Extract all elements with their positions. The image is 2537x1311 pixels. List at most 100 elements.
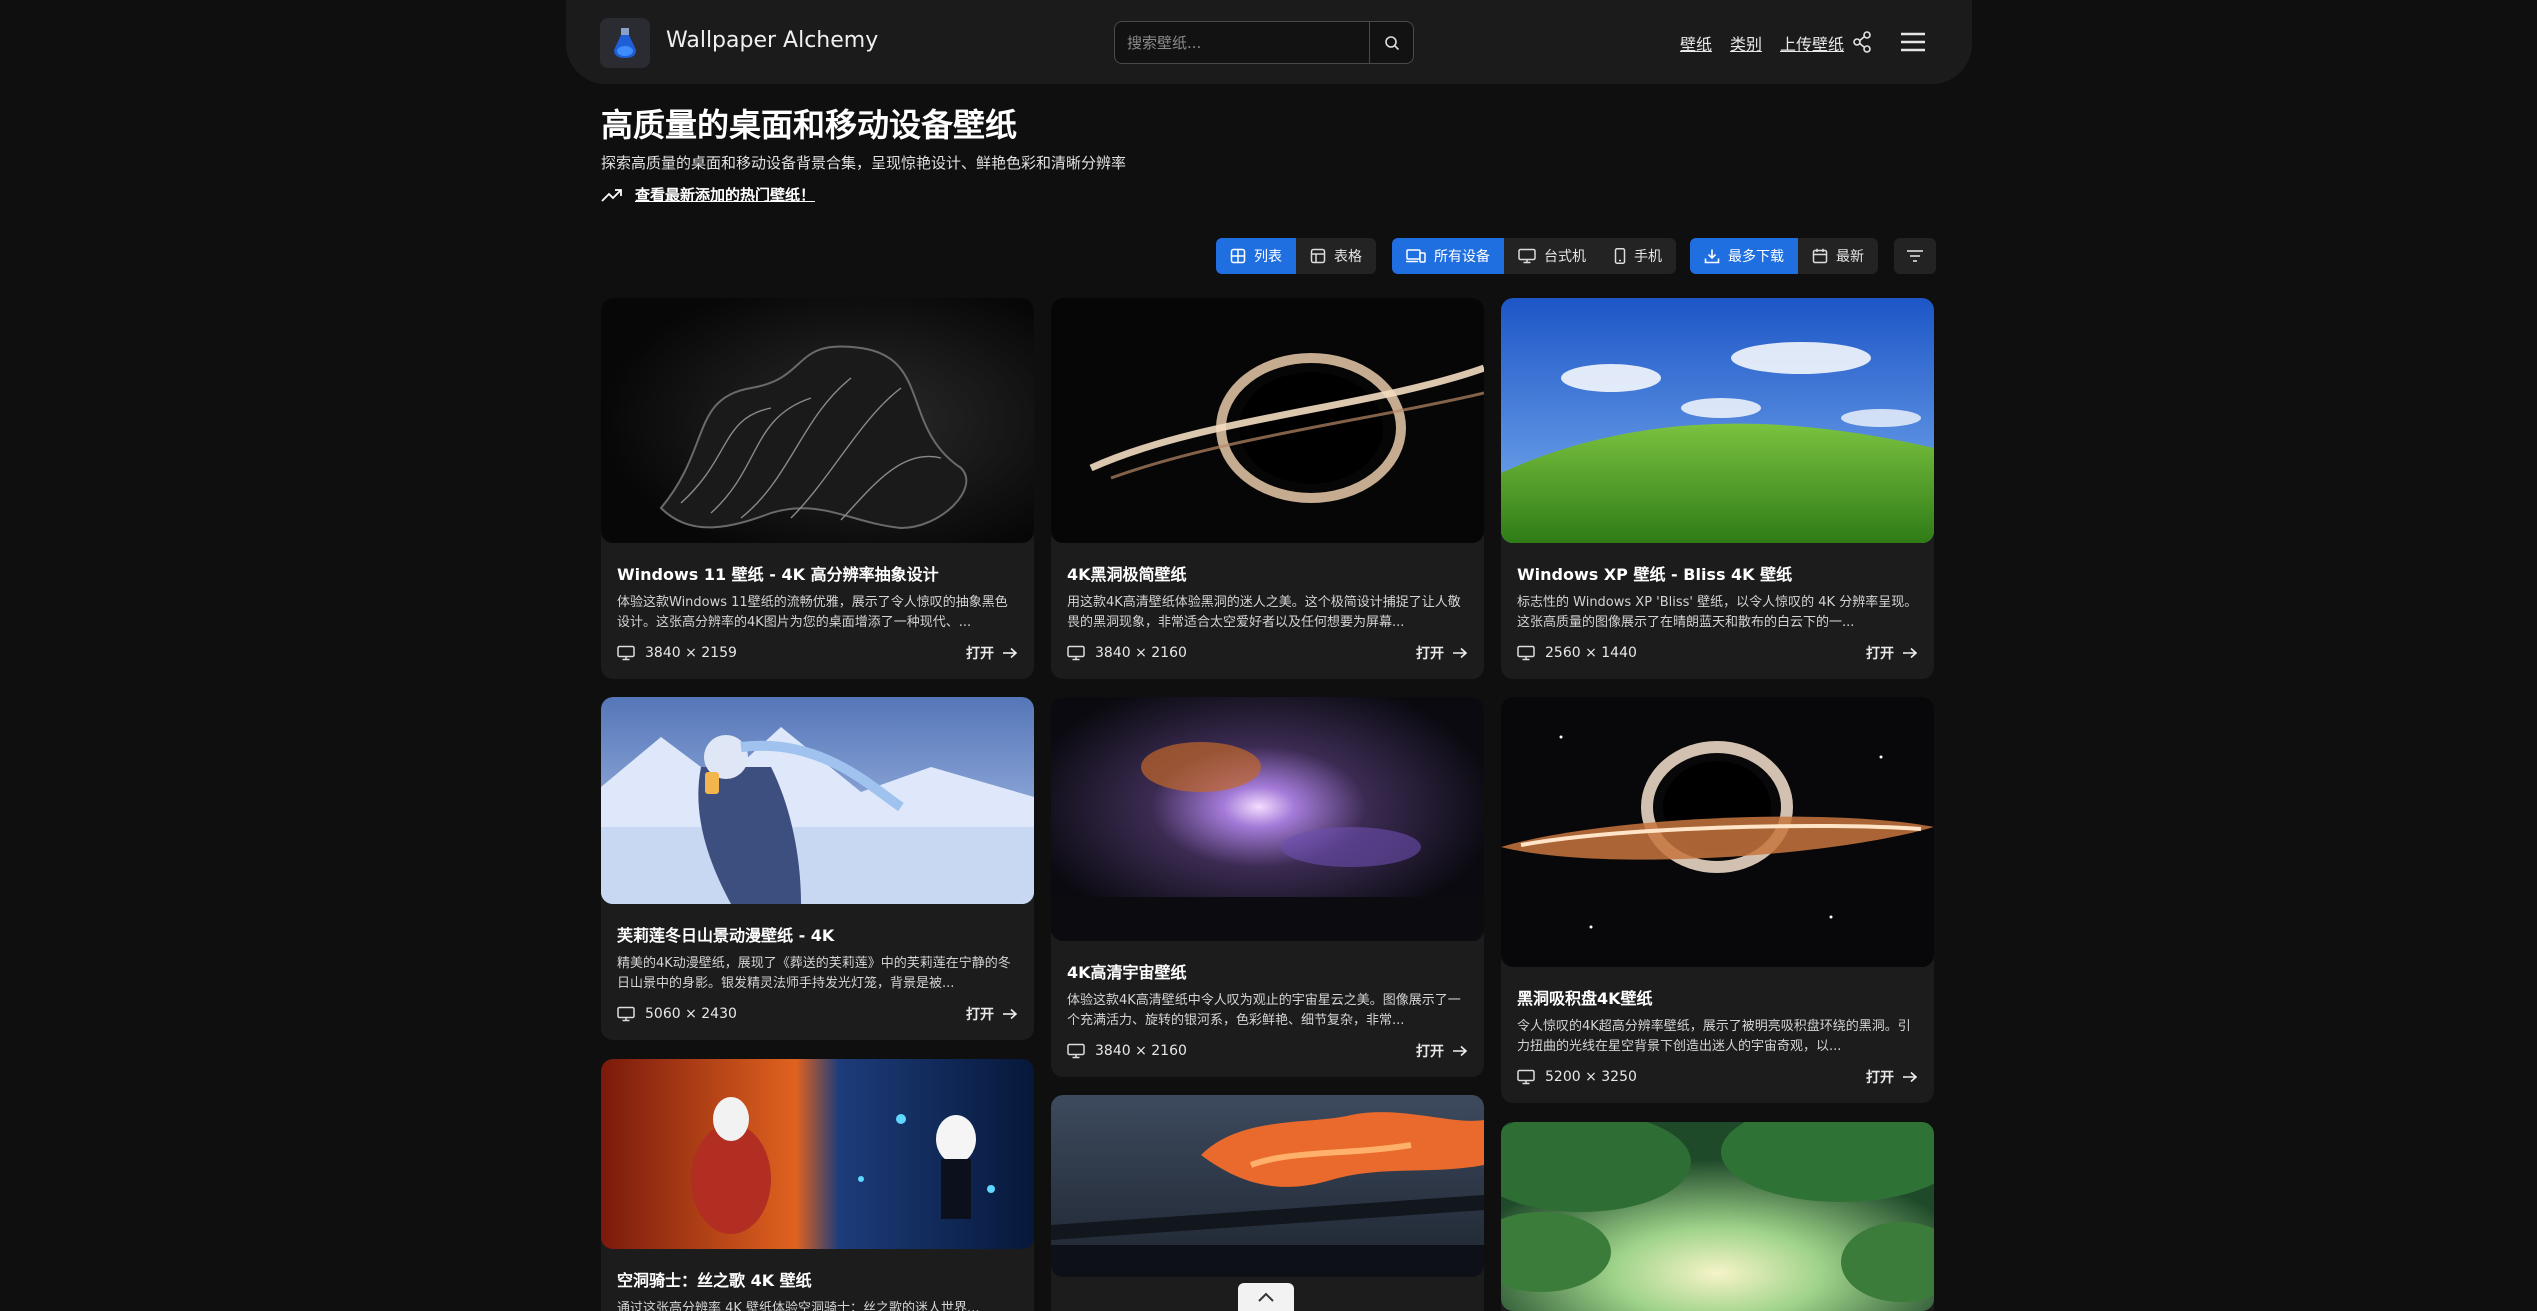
view-toggle: 列表 表格 — [1216, 238, 1376, 274]
sort-newest-label: 最新 — [1836, 249, 1864, 265]
wallpaper-thumbnail[interactable] — [1051, 697, 1484, 941]
view-table-label: 表格 — [1334, 249, 1362, 265]
open-label: 打开 — [1416, 1044, 1444, 1060]
card-open-button[interactable]: 打开 — [966, 643, 1018, 663]
search-box — [1114, 21, 1414, 64]
devices-icon — [1406, 249, 1426, 263]
card-title: Windows 11 壁纸 - 4K 高分辨率抽象设计 — [617, 565, 939, 584]
top-header: Wallpaper Alchemy 壁纸 类别 上传壁纸 — [566, 0, 1972, 84]
monitor-icon — [1518, 248, 1536, 264]
sort-toggle: 最多下载 最新 — [1690, 238, 1878, 274]
card-title: 空洞骑士：丝之歌 4K 壁纸 — [617, 1271, 812, 1290]
card-title: 芙莉莲冬日山景动漫壁纸 - 4K — [617, 926, 835, 945]
wallpaper-thumbnail[interactable] — [1051, 1095, 1484, 1277]
wallpaper-thumbnail[interactable] — [601, 697, 1034, 904]
card-description: 用这款4K高清壁纸体验黑洞的迷人之美。这个极简设计捕捉了让人敬畏的黑洞现象，非常… — [1067, 595, 1461, 630]
card-description: 通过这张高分辨率 4K 壁纸体验空洞骑士：丝之歌的迷人世界... — [617, 1301, 980, 1311]
wallpaper-card[interactable]: 黑洞吸积盘4K壁纸 令人惊叹的4K超高分辨率壁纸，展示了被明亮吸积盘环绕的黑洞。… — [1501, 697, 1934, 1103]
filter-icon — [1907, 250, 1923, 262]
wallpaper-card[interactable]: 4K黑洞极简壁纸 用这款4K高清壁纸体验黑洞的迷人之美。这个极简设计捕捉了让人敬… — [1051, 298, 1484, 679]
wallpaper-thumbnail[interactable] — [1501, 298, 1934, 543]
monitor-icon — [617, 645, 635, 661]
arrow-right-icon — [1003, 647, 1018, 659]
arrow-right-icon — [1453, 647, 1468, 659]
wallpaper-card[interactable] — [1051, 1095, 1484, 1311]
card-resolution: 3840 × 2160 — [1095, 645, 1187, 661]
view-list-button[interactable]: 列表 — [1216, 238, 1296, 274]
card-title: Windows XP 壁纸 - Bliss 4K 壁纸 — [1517, 565, 1793, 584]
trending-link[interactable]: 查看最新添加的热门壁纸！ — [601, 184, 815, 205]
wallpaper-thumbnail[interactable] — [1501, 1122, 1934, 1311]
view-list-label: 列表 — [1254, 249, 1282, 265]
sort-most-downloaded-button[interactable]: 最多下载 — [1690, 238, 1798, 274]
logo[interactable] — [600, 18, 650, 68]
card-description: 令人惊叹的4K超高分辨率壁纸，展示了被明亮吸积盘环绕的黑洞。引力扭曲的光线在星空… — [1517, 1019, 1911, 1054]
download-icon — [1704, 249, 1720, 264]
nav-upload-link[interactable]: 上传壁纸 — [1780, 31, 1844, 55]
card-resolution: 3840 × 2159 — [645, 645, 737, 661]
card-open-button[interactable]: 打开 — [1416, 643, 1468, 663]
open-label: 打开 — [1416, 646, 1444, 662]
device-desktop-button[interactable]: 台式机 — [1504, 238, 1600, 274]
wallpaper-thumbnail[interactable] — [1501, 697, 1934, 967]
wallpaper-card[interactable]: Windows 11 壁纸 - 4K 高分辨率抽象设计 体验这款Windows … — [601, 298, 1034, 679]
card-title: 4K高清宇宙壁纸 — [1067, 963, 1187, 982]
card-title: 4K黑洞极简壁纸 — [1067, 565, 1187, 584]
main-nav: 壁纸 类别 上传壁纸 — [1680, 31, 1844, 55]
device-mobile-button[interactable]: 手机 — [1600, 238, 1676, 274]
brand-name[interactable]: Wallpaper Alchemy — [666, 28, 878, 53]
grid-icon — [1230, 248, 1246, 264]
chevron-up-icon — [1258, 1292, 1274, 1302]
view-table-button[interactable]: 表格 — [1296, 238, 1376, 274]
smartphone-icon — [1614, 248, 1626, 264]
wallpaper-card[interactable]: 芙莉莲冬日山景动漫壁纸 - 4K 精美的4K动漫壁纸，展现了《葬送的芙莉莲》中的… — [601, 697, 1034, 1040]
open-label: 打开 — [1866, 1070, 1894, 1086]
card-open-button[interactable]: 打开 — [966, 1004, 1018, 1024]
nav-wallpapers-link[interactable]: 壁纸 — [1680, 31, 1712, 55]
open-label: 打开 — [966, 646, 994, 662]
arrow-right-icon — [1453, 1045, 1468, 1057]
wallpaper-thumbnail[interactable] — [601, 1059, 1034, 1249]
sort-newest-button[interactable]: 最新 — [1798, 238, 1878, 274]
device-desktop-label: 台式机 — [1544, 249, 1586, 265]
potion-bottle-icon — [614, 28, 636, 58]
monitor-icon — [1517, 645, 1535, 661]
table-icon — [1310, 248, 1326, 264]
card-description: 标志性的 Windows XP 'Bliss' 壁纸，以令人惊叹的 4K 分辨率… — [1517, 595, 1918, 630]
share-icon[interactable] — [1852, 31, 1872, 53]
card-open-button[interactable]: 打开 — [1866, 643, 1918, 663]
filter-button[interactable] — [1894, 238, 1936, 274]
hamburger-menu-icon[interactable] — [1900, 30, 1926, 54]
arrow-right-icon — [1003, 1008, 1018, 1020]
monitor-icon — [1067, 1043, 1085, 1059]
card-description: 体验这款4K高清壁纸中令人叹为观止的宇宙星云之美。图像展示了一个充满活力、旋转的… — [1067, 993, 1461, 1028]
arrow-right-icon — [1903, 1071, 1918, 1083]
card-resolution: 2560 × 1440 — [1545, 645, 1637, 661]
wallpaper-card[interactable]: Windows XP 壁纸 - Bliss 4K 壁纸 标志性的 Windows… — [1501, 298, 1934, 679]
wallpaper-card[interactable] — [1501, 1122, 1934, 1311]
device-all-button[interactable]: 所有设备 — [1392, 238, 1504, 274]
device-all-label: 所有设备 — [1434, 249, 1490, 265]
monitor-icon — [1067, 645, 1085, 661]
wallpaper-thumbnail[interactable] — [1051, 298, 1484, 543]
monitor-icon — [1517, 1069, 1535, 1085]
nav-categories-link[interactable]: 类别 — [1730, 31, 1762, 55]
arrow-right-icon — [1903, 647, 1918, 659]
card-resolution: 5060 × 2430 — [645, 1006, 737, 1022]
search-button[interactable] — [1369, 22, 1413, 63]
card-resolution: 5200 × 3250 — [1545, 1069, 1637, 1085]
card-open-button[interactable]: 打开 — [1866, 1067, 1918, 1087]
wallpaper-thumbnail[interactable] — [601, 298, 1034, 543]
card-open-button[interactable]: 打开 — [1416, 1041, 1468, 1061]
search-icon — [1384, 35, 1399, 50]
scroll-to-top-button[interactable] — [1238, 1283, 1294, 1311]
trending-link-label[interactable]: 查看最新添加的热门壁纸！ — [635, 184, 815, 205]
card-resolution: 3840 × 2160 — [1095, 1043, 1187, 1059]
open-label: 打开 — [966, 1007, 994, 1023]
wallpaper-card[interactable]: 4K高清宇宙壁纸 体验这款4K高清壁纸中令人叹为观止的宇宙星云之美。图像展示了一… — [1051, 697, 1484, 1077]
card-title: 黑洞吸积盘4K壁纸 — [1517, 989, 1653, 1008]
card-description: 体验这款Windows 11壁纸的流畅优雅，展示了令人惊叹的抽象黑色设计。这张高… — [617, 595, 1008, 630]
search-input[interactable] — [1115, 22, 1369, 63]
wallpaper-card[interactable]: 空洞骑士：丝之歌 4K 壁纸 通过这张高分辨率 4K 壁纸体验空洞骑士：丝之歌的… — [601, 1059, 1034, 1311]
page-title: 高质量的桌面和移动设备壁纸 — [601, 106, 1018, 144]
